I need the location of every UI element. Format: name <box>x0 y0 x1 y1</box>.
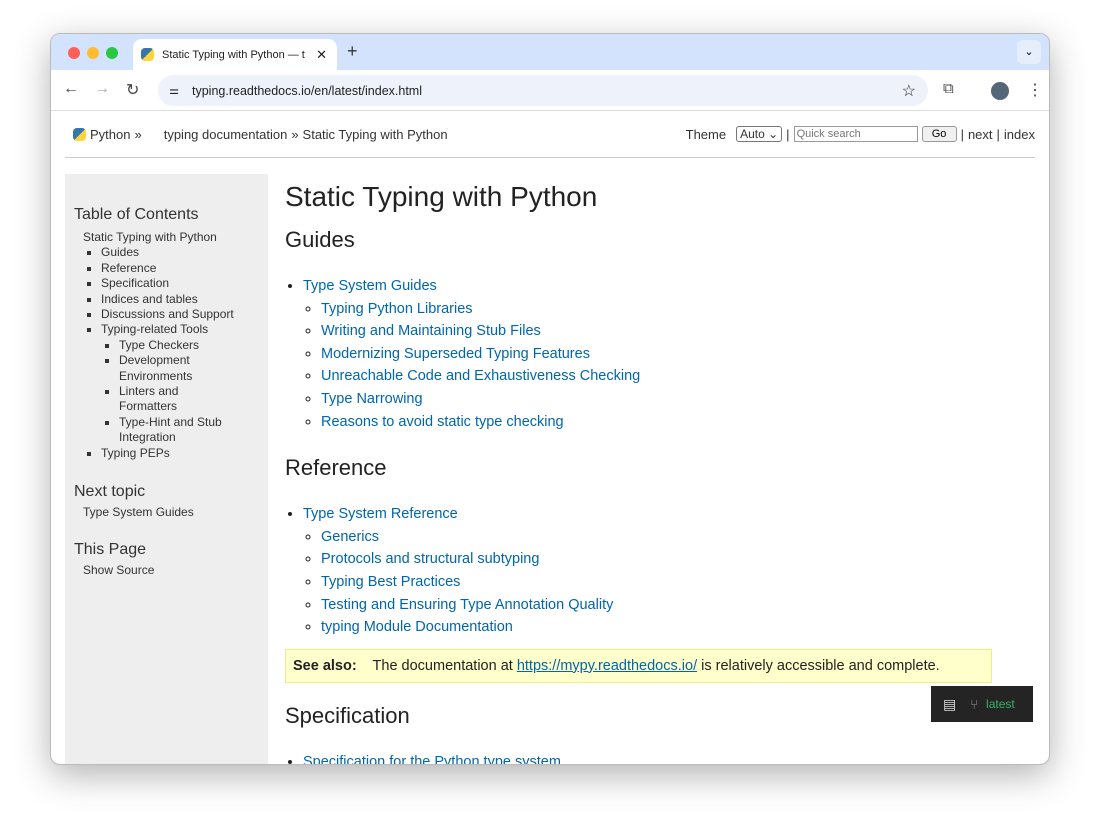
toc-item[interactable]: Indices and tables <box>101 292 198 306</box>
toc-item[interactable]: Typing-related Tools <box>101 322 208 336</box>
readthedocs-flyout[interactable]: ▤ ⑂ latest <box>931 686 1033 722</box>
guide-link[interactable]: Modernizing Superseded Typing Features <box>321 346 590 362</box>
bookmark-star-icon[interactable]: ☆ <box>902 81 916 101</box>
reference-item-link[interactable]: Protocols and structural subtyping <box>321 551 539 567</box>
reference-link[interactable]: Type System Reference <box>303 506 458 522</box>
quick-search-input[interactable] <box>793 126 918 142</box>
mypy-link[interactable]: https://mypy.readthedocs.io/ <box>517 658 697 674</box>
guide-link[interactable]: Reasons to avoid static type checking <box>321 414 564 430</box>
guide-link[interactable]: Unreachable Code and Exhaustiveness Chec… <box>321 368 640 384</box>
toc-subitem[interactable]: Development Environments <box>119 353 192 382</box>
go-button[interactable]: Go <box>921 126 957 142</box>
menu-kebab-icon[interactable]: ⋮ <box>1027 80 1043 100</box>
see-also-text: The documentation at <box>372 657 513 674</box>
browser-tab[interactable]: Static Typing with Python — t ✕ <box>133 39 337 70</box>
see-also-text: is relatively accessible and complete. <box>701 657 940 674</box>
next-topic-link[interactable]: Type System Guides <box>83 505 194 519</box>
tab-bar: Static Typing with Python — t ✕ + ⌄ <box>51 34 1049 70</box>
toc-item[interactable]: Specification <box>101 276 169 290</box>
index-link[interactable]: index <box>1004 127 1035 142</box>
reference-item-link[interactable]: Typing Best Practices <box>321 574 460 590</box>
back-icon[interactable]: ← <box>63 80 79 98</box>
browser-toolbar: ← → ↻ ⚌ typing.readthedocs.io/en/latest/… <box>51 70 1049 111</box>
book-icon: ▤ <box>943 695 957 712</box>
toc-subitem[interactable]: Linters and Formatters <box>119 384 178 413</box>
reference-item-link[interactable]: typing Module Documentation <box>321 619 513 635</box>
next-link[interactable]: next <box>968 127 993 142</box>
related-nav: Python » typing documentation » Static T… <box>65 111 1035 158</box>
sidebar: Table of Contents Static Typing with Pyt… <box>65 174 268 764</box>
minimize-window-button[interactable] <box>87 47 99 59</box>
section-heading-reference: Reference <box>285 455 387 481</box>
toc-item[interactable]: Discussions and Support <box>101 307 234 321</box>
version-label: latest <box>986 697 1015 711</box>
toc-item[interactable]: Typing PEPs <box>101 446 170 460</box>
new-tab-icon[interactable]: + <box>347 41 358 62</box>
theme-label: Theme <box>685 126 727 142</box>
separator: | <box>960 126 964 142</box>
url-text[interactable]: typing.readthedocs.io/en/latest/index.ht… <box>192 84 422 98</box>
python-link[interactable]: Python <box>90 127 130 142</box>
toc-subitem[interactable]: Type Checkers <box>119 338 199 352</box>
forward-icon[interactable]: → <box>94 80 110 98</box>
reload-icon[interactable]: ↻ <box>126 80 139 100</box>
page-content: Python » typing documentation » Static T… <box>51 111 1049 764</box>
guide-link[interactable]: Writing and Maintaining Stub Files <box>321 323 541 339</box>
close-window-button[interactable] <box>68 47 80 59</box>
breadcrumb-current: Static Typing with Python <box>302 126 448 142</box>
tab-search-chevron-icon[interactable]: ⌄ <box>1017 40 1041 64</box>
spec-link[interactable]: Specification for the Python type system <box>303 754 561 764</box>
see-also-box: See also: The documentation at https://m… <box>285 648 992 683</box>
separator: | <box>786 126 790 142</box>
breadcrumb-sep: » <box>291 126 299 142</box>
toc-subitem[interactable]: Type-Hint and Stub Integration <box>119 415 222 444</box>
site-settings-icon[interactable]: ⚌ <box>160 84 188 97</box>
profile-avatar[interactable] <box>991 82 1009 100</box>
guide-link[interactable]: Typing Python Libraries <box>321 301 473 317</box>
main-content: Static Typing with Python Guides Type Sy… <box>285 181 995 764</box>
reference-item-link[interactable]: Generics <box>321 529 379 545</box>
python-favicon-icon <box>141 48 154 61</box>
section-heading-guides: Guides <box>285 227 355 252</box>
breadcrumb-sep: » <box>134 126 142 142</box>
browser-window: Static Typing with Python — t ✕ + ⌄ ← → … <box>50 33 1050 765</box>
reference-item-link[interactable]: Testing and Ensuring Type Annotation Qua… <box>321 597 613 613</box>
toc-root-link[interactable]: Static Typing with Python <box>83 230 217 244</box>
maximize-window-button[interactable] <box>106 47 118 59</box>
python-logo-icon <box>73 127 86 141</box>
toc-heading: Table of Contents <box>74 206 199 223</box>
docs-link[interactable]: typing documentation <box>164 127 288 142</box>
show-source-link[interactable]: Show Source <box>83 563 154 577</box>
this-page-heading: This Page <box>74 540 147 558</box>
toc-item[interactable]: Reference <box>101 261 156 275</box>
page-title: Static Typing with Python <box>285 181 598 212</box>
toc-item[interactable]: Guides <box>101 245 139 259</box>
branch-icon: ⑂ <box>970 696 979 712</box>
guide-link[interactable]: Type Narrowing <box>321 391 423 407</box>
see-also-label: See also: <box>293 657 357 674</box>
extensions-icon[interactable]: ⧉ <box>943 80 954 97</box>
separator: | <box>996 126 1000 142</box>
theme-value: Auto <box>740 127 765 141</box>
address-bar[interactable]: ⚌ typing.readthedocs.io/en/latest/index.… <box>158 75 928 106</box>
guides-link[interactable]: Type System Guides <box>303 278 437 294</box>
section-heading-specification: Specification <box>285 702 410 728</box>
close-tab-icon[interactable]: ✕ <box>316 47 327 63</box>
next-topic-heading: Next topic <box>74 483 146 501</box>
tab-title: Static Typing with Python — t <box>162 48 305 61</box>
theme-select[interactable]: Auto ⌄ <box>736 126 783 142</box>
